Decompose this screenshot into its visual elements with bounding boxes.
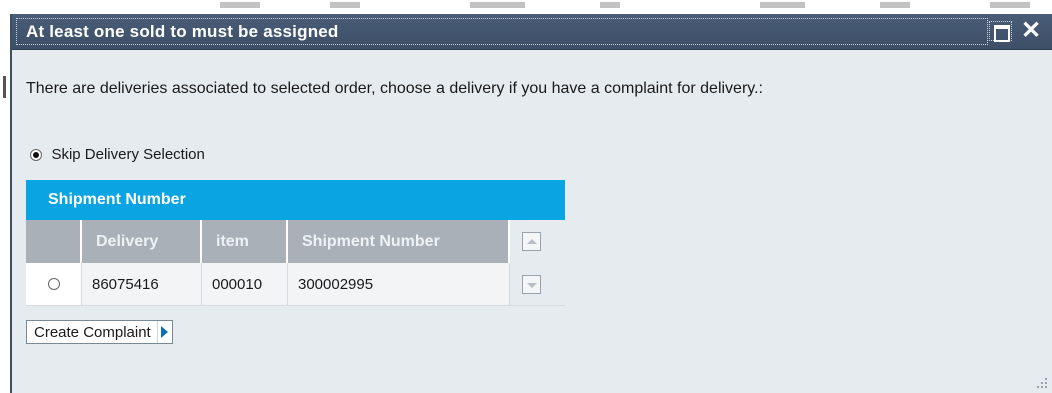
row-select-cell[interactable] [26, 263, 82, 306]
table-row[interactable]: 86075416 000010 300002995 [26, 263, 565, 306]
table-header-row: Delivery item Shipment Number [26, 220, 565, 263]
cell-shipment-number: 300002995 [288, 263, 510, 306]
chevron-down-icon [527, 282, 537, 288]
scroll-down-cell [510, 263, 565, 306]
skip-delivery-label: Skip Delivery Selection [51, 146, 205, 164]
skip-delivery-option[interactable]: Skip Delivery Selection [30, 146, 205, 166]
maximize-icon [994, 25, 1010, 42]
row-select-radio[interactable] [47, 278, 60, 290]
shipment-table: Shipment Number Delivery item Shipment N… [26, 180, 565, 306]
dialog-titlebar[interactable]: At least one sold to must be assigned ✕ [12, 14, 1052, 50]
assign-sold-to-dialog: At least one sold to must be assigned ✕ … [10, 14, 1052, 393]
background-window-edge [0, 14, 10, 393]
create-complaint-button[interactable]: Create Complaint [26, 320, 173, 344]
close-button[interactable]: ✕ [1016, 18, 1046, 44]
skip-delivery-radio[interactable] [30, 148, 42, 161]
table-title: Shipment Number [26, 180, 565, 220]
scroll-down-button[interactable] [522, 274, 541, 294]
cell-item: 000010 [202, 263, 288, 306]
resize-grip-icon[interactable] [1036, 377, 1048, 389]
dialog-title: At least one sold to must be assigned [26, 22, 339, 41]
scroll-up-cell [510, 220, 565, 263]
cell-delivery: 86075416 [82, 263, 202, 306]
chevron-up-icon [527, 239, 537, 244]
scroll-up-button[interactable] [522, 232, 541, 251]
column-header-delivery[interactable]: Delivery [82, 220, 202, 263]
column-header-item[interactable]: item [202, 220, 288, 263]
column-header-shipment-number[interactable]: Shipment Number [288, 220, 510, 263]
create-complaint-label: Create Complaint [34, 323, 151, 341]
arrow-right-box [156, 321, 172, 343]
arrow-right-icon [161, 326, 169, 338]
delivery-message: There are deliveries associated to selec… [26, 80, 763, 97]
select-all-header[interactable] [26, 220, 82, 263]
maximize-button[interactable] [989, 21, 1012, 42]
close-icon: ✕ [1020, 17, 1042, 44]
background-window-strip [0, 0, 1052, 14]
